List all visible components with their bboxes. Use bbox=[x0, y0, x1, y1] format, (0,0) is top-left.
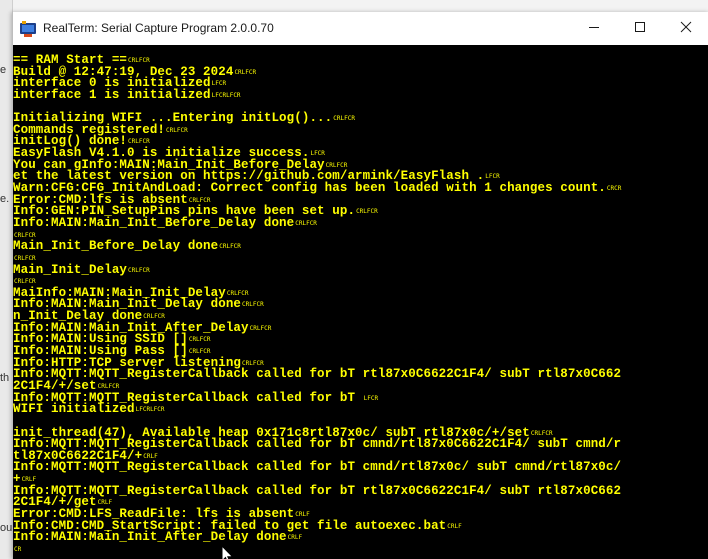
control-char-marker: CRLFCR bbox=[295, 219, 317, 227]
control-char-marker: LFCR bbox=[363, 394, 379, 402]
realterm-app-icon[interactable] bbox=[19, 20, 37, 38]
terminal-line: Info:MQTT:MQTT_RegisterCallback called f… bbox=[13, 460, 622, 475]
realterm-window: RealTerm: Serial Capture Program 2.0.0.7… bbox=[12, 12, 708, 559]
terminal-line: interface 1 is initializedLFCRLFCR bbox=[13, 87, 621, 102]
terminal-line: Info:MAIN:Main_Init_Before_Delay doneCRL… bbox=[13, 215, 621, 230]
window-title: RealTerm: Serial Capture Program 2.0.0.7… bbox=[43, 21, 274, 35]
terminal-line-text: Info:MAIN:Main_Init_After_Delay done bbox=[13, 530, 287, 545]
control-char-marker: LFCRLFCR bbox=[211, 91, 241, 99]
close-button[interactable] bbox=[663, 12, 708, 45]
terminal-lines: == RAM Start ==CRLFCR Build @ 12:47:19, D… bbox=[13, 54, 622, 556]
close-icon bbox=[680, 20, 692, 38]
control-char-marker: CRLFCR bbox=[128, 138, 150, 146]
terminal-output[interactable]: == RAM Start ==CRLFCR Build @ 12:47:19, D… bbox=[13, 45, 708, 559]
control-char-marker: CRLFCR bbox=[14, 254, 36, 262]
background-text: e bbox=[0, 64, 7, 76]
control-char-marker: CRLFCR bbox=[128, 266, 150, 274]
control-char-marker: LFCR bbox=[485, 173, 500, 181]
control-char-marker: CRLFCR bbox=[234, 68, 257, 76]
control-char-marker: CRLFCR bbox=[219, 243, 241, 251]
control-char-marker: CRLF bbox=[143, 452, 158, 460]
control-char-marker: CR bbox=[14, 545, 22, 553]
control-char-marker: CRLFCR bbox=[14, 278, 36, 286]
terminal-line: CR bbox=[13, 544, 621, 556]
control-char-marker: CRLF bbox=[97, 499, 113, 507]
minimize-button[interactable] bbox=[571, 12, 617, 45]
terminal-line: Info:MQTT:MQTT_RegisterCallback called f… bbox=[13, 367, 622, 382]
terminal-line: Info:MQTT:MQTT_RegisterCallback called f… bbox=[13, 483, 622, 498]
control-char-marker: CRLFCR bbox=[188, 196, 211, 204]
control-char-marker: LFCR bbox=[211, 80, 227, 88]
terminal-line: Main_Init_DelayCRLFCR bbox=[13, 262, 621, 277]
title-bar[interactable]: RealTerm: Serial Capture Program 2.0.0.7… bbox=[13, 12, 708, 45]
minimize-icon bbox=[588, 20, 600, 38]
terminal-line-text: Info:MQTT:MQTT_RegisterCallback called f… bbox=[13, 367, 622, 382]
background-text: e. bbox=[0, 193, 10, 205]
control-char-marker: CRCR bbox=[606, 185, 622, 193]
terminal-line-text: interface 1 is initialized bbox=[13, 87, 211, 102]
maximize-button[interactable] bbox=[617, 12, 663, 45]
terminal-line-text: Info:MQTT:MQTT_RegisterCallback called f… bbox=[13, 460, 622, 475]
terminal-line-text: Info:MQTT:MQTT_RegisterCallback called f… bbox=[13, 483, 622, 498]
background-text: th bbox=[0, 372, 10, 384]
control-char-marker: CRLFCR bbox=[188, 348, 211, 356]
control-char-marker: CRLFCR bbox=[530, 429, 553, 437]
terminal-line-text: Main_Init_Delay bbox=[13, 262, 128, 277]
control-char-marker: CRLFCR bbox=[325, 161, 348, 169]
terminal-line-text: Main_Init_Before_Delay done bbox=[13, 239, 219, 254]
control-char-marker: CRLFCR bbox=[249, 324, 272, 332]
control-char-marker: CRLF bbox=[21, 476, 37, 484]
control-char-marker: CRLFCR bbox=[166, 126, 188, 134]
control-char-marker: CRLFCR bbox=[242, 359, 264, 367]
control-char-marker: CRLFCR bbox=[128, 57, 150, 64]
control-char-marker: CRLFCR bbox=[242, 301, 264, 309]
terminal-line-text: Info:MAIN:Main_Init_Before_Delay done bbox=[13, 215, 295, 230]
control-char-marker: CRLFCR bbox=[226, 289, 249, 297]
maximize-icon bbox=[634, 20, 646, 38]
terminal-line: Main_Init_Before_Delay doneCRLFCR bbox=[13, 239, 621, 254]
control-char-marker: CRLFCR bbox=[97, 382, 120, 390]
control-char-marker: CRLF bbox=[295, 510, 310, 518]
control-char-marker: LFCRLFCR bbox=[135, 406, 165, 414]
control-char-marker: CRLFCR bbox=[143, 313, 165, 321]
terminal-line: Info:MAIN:Main_Init_After_Delay doneCRLF bbox=[13, 530, 621, 545]
control-char-marker: CRLFCR bbox=[356, 208, 378, 216]
control-char-marker: CRLFCR bbox=[188, 336, 211, 344]
control-char-marker: CRLFCR bbox=[14, 231, 36, 239]
mouse-cursor-icon bbox=[221, 544, 235, 559]
terminal-line-text: WIFI initialized bbox=[13, 402, 135, 417]
control-char-marker: CRLFCR bbox=[333, 115, 355, 123]
control-char-marker: CRLF bbox=[287, 534, 303, 542]
terminal-line: WIFI initializedLFCRLFCR bbox=[13, 402, 621, 417]
control-char-marker: LFCR bbox=[310, 150, 325, 158]
background-text: ou bbox=[0, 522, 13, 534]
control-char-marker: CRLF bbox=[447, 522, 462, 530]
